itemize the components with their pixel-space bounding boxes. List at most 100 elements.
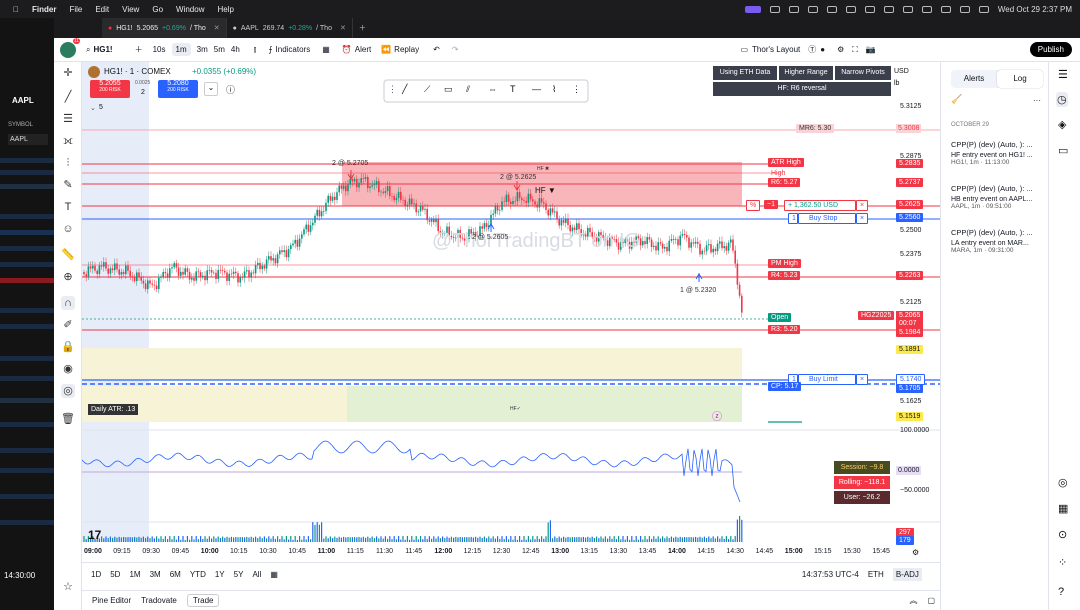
tab-alerts[interactable]: Alerts (951, 70, 997, 88)
range-1m[interactable]: 1M (129, 570, 140, 579)
menu-go[interactable]: Go (152, 5, 163, 14)
trendline-icon[interactable]: ╱ (61, 90, 75, 104)
magnet-icon[interactable]: ∩ (61, 296, 75, 310)
collapse-icon[interactable]: ︽ (909, 595, 917, 606)
menu-window[interactable]: Window (176, 5, 204, 14)
clock[interactable]: 14:37:53 UTC-4 (802, 570, 859, 579)
range-all[interactable]: All (252, 570, 261, 579)
bluetooth-icon[interactable] (902, 5, 913, 13)
fib-icon[interactable]: ☰ (61, 112, 75, 126)
status-icon[interactable] (864, 5, 875, 13)
interval-3m[interactable]: 3m (197, 45, 208, 54)
tab-aapl[interactable]: ● AAPL 269.74 +0.28% / Tho ✕ (227, 18, 353, 38)
quantity[interactable]: 2 (141, 89, 145, 96)
log-entry[interactable]: CPP(P) (dev) (Auto, ): ... LA entry even… (951, 228, 1047, 254)
interval-10s[interactable]: 10s (153, 45, 166, 54)
replay-button[interactable]: Replay (394, 45, 419, 54)
collapse-icon[interactable]: ⌄ (90, 104, 96, 112)
clock-alert-icon[interactable]: ◷ (1056, 92, 1068, 107)
help-icon[interactable]: ? (1058, 586, 1064, 598)
cloud-icon[interactable] (826, 5, 837, 13)
redo-icon[interactable]: ↷ (452, 45, 459, 54)
apps-icon[interactable]: ⁘ (1058, 556, 1067, 569)
info-icon[interactable]: ⓘ (226, 83, 235, 96)
status-icon[interactable] (744, 5, 761, 13)
t-filled-icon[interactable]: ● (820, 45, 825, 54)
menu-file[interactable]: File (69, 5, 82, 14)
trash-icon[interactable]: 🗑 (61, 412, 75, 426)
range-5d[interactable]: 5D (110, 570, 120, 579)
broom-icon[interactable]: 🧹 (951, 94, 962, 105)
log-entry[interactable]: CPP(P) (dev) (Auto, ): ... HF entry even… (951, 140, 1047, 166)
higher-range-toggle[interactable]: Higher Range (779, 66, 833, 80)
chat-icon[interactable]: ▭ (1058, 144, 1068, 157)
date-range-icon[interactable]: ▦ (270, 570, 278, 579)
rect-tool-icon[interactable]: ▭ (444, 84, 453, 95)
chart-canvas[interactable] (82, 62, 940, 562)
avatar[interactable]: 11 (60, 37, 80, 58)
search-icon[interactable]: ⌕ (86, 45, 90, 55)
status-icon[interactable] (788, 5, 799, 13)
axis-settings-icon[interactable]: ⚙ (912, 548, 919, 557)
range-6m[interactable]: 6M (170, 570, 181, 579)
battery-icon[interactable] (921, 5, 932, 13)
tab-hg1[interactable]: ● HG1! 5.2065 +0.69% / Tho ✕ (102, 18, 227, 38)
menu-help[interactable]: Help (217, 5, 233, 14)
menu-app[interactable]: Finder (32, 5, 56, 14)
status-icon[interactable] (883, 5, 894, 13)
log-entry[interactable]: CPP(P) (dev) (Auto, ): ... HB entry even… (951, 184, 1047, 210)
templates-icon[interactable]: ▦ (322, 45, 330, 54)
watchlist-icon[interactable]: ☰ (1058, 68, 1068, 81)
unit-select[interactable]: lb (894, 80, 899, 87)
wifi-icon[interactable] (940, 5, 951, 13)
replay-icon[interactable]: ⏪ (381, 45, 391, 54)
camera-icon[interactable]: 📷 (866, 45, 876, 54)
target-icon[interactable]: ◎ (1058, 476, 1068, 489)
bg-symbol-field[interactable]: AAPL (8, 134, 48, 145)
control-center-icon[interactable] (978, 5, 989, 13)
close-icon[interactable]: ✕ (214, 24, 220, 32)
tab-tradovate[interactable]: Tradovate (141, 596, 177, 605)
text-tool-icon[interactable]: T (510, 84, 516, 94)
range-ytd[interactable]: YTD (190, 570, 206, 579)
layers-icon[interactable]: ◈ (1058, 118, 1066, 131)
position-icon[interactable]: ⫶ (61, 156, 75, 170)
publish-button[interactable]: Publish (1029, 42, 1072, 57)
text-icon[interactable]: T (61, 200, 75, 214)
ruler-icon[interactable]: 📏 (61, 248, 75, 262)
range-tool-icon[interactable]: ⇔ (488, 84, 497, 94)
ray-tool-icon[interactable]: ⟋ (424, 84, 430, 95)
range-1d[interactable]: 1D (91, 570, 101, 579)
more-icon[interactable]: ⋮ (572, 84, 581, 95)
currency-select[interactable]: USD (894, 68, 909, 75)
maximize-icon[interactable]: ▢ (927, 596, 935, 605)
brush-icon[interactable]: ✎ (61, 178, 75, 192)
fullscreen-icon[interactable]: ⛶ (852, 45, 858, 55)
pattern-icon[interactable]: ⟗ (61, 134, 75, 148)
emoji-icon[interactable]: ☺ (61, 222, 75, 236)
buy-stop-label[interactable]: Buy Stop (798, 213, 856, 224)
range-3m[interactable]: 3M (150, 570, 161, 579)
alert-icon[interactable]: ⏰ (342, 45, 352, 54)
zoom-icon[interactable]: ⊕ (61, 270, 75, 284)
apple-icon[interactable]:  (13, 5, 19, 14)
cancel-buy-limit-icon[interactable]: × (856, 374, 869, 385)
buy-button[interactable]: 5.2080 200 RISK (158, 80, 198, 98)
status-icon[interactable] (845, 5, 856, 13)
chart-type-icon[interactable]: ⫾ (254, 45, 257, 55)
path-tool-icon[interactable]: ⌇ (552, 84, 556, 95)
interval-4h[interactable]: 4h (231, 45, 240, 54)
lock-icon[interactable]: 🔒 (61, 340, 75, 354)
line-tool-icon[interactable]: ╱ (402, 84, 407, 95)
tab-pine-editor[interactable]: Pine Editor (92, 596, 131, 605)
position-pnl[interactable]: + 1,362.50 USD (784, 200, 856, 211)
undo-icon[interactable]: ↶ (433, 45, 440, 54)
channel-tool-icon[interactable]: ⫽ (466, 84, 470, 95)
pencil-lock-icon[interactable]: ✐ (61, 318, 75, 332)
add-symbol-icon[interactable]: ＋ (135, 44, 143, 55)
layout-icon[interactable]: ▭ (740, 45, 748, 54)
chart-title[interactable]: HG1! · 1 · COMEX (104, 67, 171, 76)
notifications-icon[interactable]: ⊙ (1058, 528, 1067, 541)
t-icon[interactable]: Ⓣ (808, 44, 816, 55)
star-icon[interactable]: ☆ (61, 580, 75, 594)
